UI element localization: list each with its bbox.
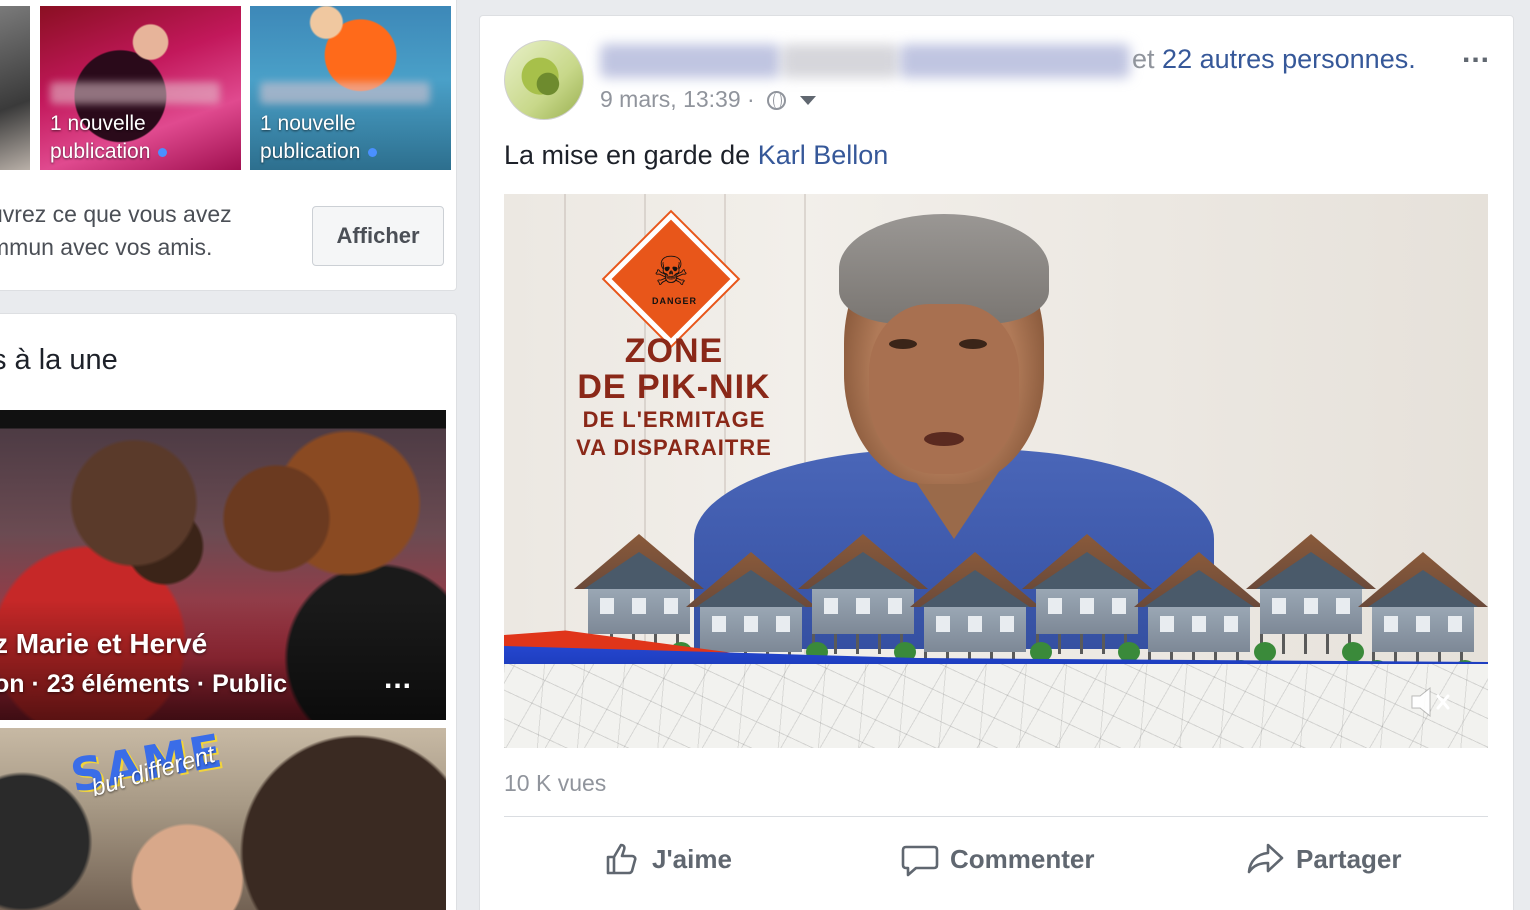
house-illustration bbox=[798, 534, 928, 664]
left-column: 1 nouvelle publication 1 nouvelle public… bbox=[0, 0, 458, 910]
header-connector: et bbox=[1132, 44, 1155, 74]
speaker-mouth bbox=[924, 432, 964, 446]
discover-text: uvrez ce que vous avez mmun avec vos ami… bbox=[0, 198, 290, 264]
story-thumbnail[interactable]: 1 nouvelle publication bbox=[40, 6, 241, 170]
video-title-line3: DE L'ERMITAGE bbox=[582, 407, 766, 432]
blurred-name bbox=[260, 82, 430, 104]
danger-sign-label: DANGER bbox=[652, 296, 698, 306]
share-icon bbox=[1247, 843, 1284, 874]
house-illustration bbox=[1022, 534, 1152, 664]
story-thumbnail[interactable]: 1 nouvelle publication bbox=[250, 6, 451, 170]
featured-album[interactable]: z Marie et Hervé on · 23 éléments · Publ… bbox=[0, 410, 446, 720]
mention-link[interactable]: Karl Bellon bbox=[758, 140, 889, 170]
album-more-icon[interactable]: ... bbox=[384, 662, 412, 696]
mute-icon bbox=[1411, 686, 1450, 718]
like-button[interactable]: J'aime bbox=[602, 836, 732, 882]
share-label: Partager bbox=[1296, 843, 1402, 874]
post-text-prefix: La mise en garde de bbox=[504, 140, 751, 170]
audience-caret-icon[interactable] bbox=[800, 96, 817, 106]
album-meta: on · 23 éléments · Public bbox=[0, 670, 288, 698]
divider bbox=[504, 816, 1488, 817]
unread-dot-icon bbox=[368, 147, 378, 157]
post-video[interactable]: ☠ DANGER ZONE DE PIK-NIK DE L'ERMITAGE V… bbox=[504, 194, 1488, 748]
discover-line1: uvrez ce que vous avez bbox=[0, 201, 232, 227]
speaker-face bbox=[869, 304, 1019, 474]
view-count: 10 K vues bbox=[504, 770, 607, 796]
blurred-name bbox=[50, 82, 220, 104]
globe-icon bbox=[767, 91, 787, 110]
author-avatar[interactable] bbox=[504, 40, 584, 120]
others-link[interactable]: 22 autres personnes. bbox=[1162, 44, 1416, 74]
show-button[interactable]: Afficher bbox=[312, 206, 444, 266]
blurred-author-name[interactable] bbox=[600, 44, 780, 78]
story-label-line1: 1 nouvelle bbox=[50, 112, 146, 135]
blurred-text bbox=[782, 44, 898, 78]
skull-icon: ☠ bbox=[653, 250, 689, 294]
speaker-eye bbox=[889, 339, 917, 349]
story-label: 1 nouvelle publication bbox=[260, 110, 378, 166]
comment-label: Commenter bbox=[950, 843, 1095, 874]
featured-title: s à la une bbox=[0, 344, 118, 376]
story-label-line2: publication bbox=[260, 140, 361, 163]
mute-button[interactable] bbox=[1408, 682, 1452, 722]
story-label-line2: publication bbox=[50, 140, 151, 163]
story-label-line1: 1 nouvelle bbox=[260, 112, 356, 135]
unread-dot-icon bbox=[158, 147, 168, 157]
video-title-line4: VA DISPARAITRE bbox=[576, 435, 772, 460]
video-title-line2: DE PIK-NIK bbox=[577, 368, 771, 406]
story-thumbnail[interactable] bbox=[0, 6, 30, 170]
album-shade bbox=[0, 600, 446, 720]
house-illustration bbox=[1246, 534, 1376, 664]
discover-line2: mmun avec vos amis. bbox=[0, 234, 213, 260]
featured-album[interactable]: SAME but different bbox=[0, 728, 446, 910]
like-label: J'aime bbox=[652, 843, 732, 874]
post-meta: 9 mars, 13:39 · bbox=[600, 86, 817, 113]
video-title-line1: ZONE bbox=[624, 332, 724, 370]
share-button[interactable]: Partager bbox=[1246, 836, 1402, 882]
post-text: La mise en garde de Karl Bellon bbox=[504, 140, 888, 171]
album-title: z Marie et Hervé bbox=[0, 628, 208, 659]
post-timestamp[interactable]: 9 mars, 13:39 · bbox=[600, 86, 755, 112]
post-options-icon[interactable]: ... bbox=[1462, 36, 1490, 70]
story-label: 1 nouvelle publication bbox=[50, 110, 168, 166]
comment-button[interactable]: Commenter bbox=[900, 836, 1094, 882]
blurred-tagged-name[interactable] bbox=[900, 44, 1130, 78]
speaker-eye bbox=[959, 339, 987, 349]
houses-row bbox=[574, 534, 1488, 680]
post-header: et 22 autres personnes. bbox=[1132, 44, 1416, 75]
like-icon bbox=[606, 843, 637, 875]
comment-icon bbox=[901, 845, 939, 877]
map-background bbox=[504, 664, 1488, 748]
